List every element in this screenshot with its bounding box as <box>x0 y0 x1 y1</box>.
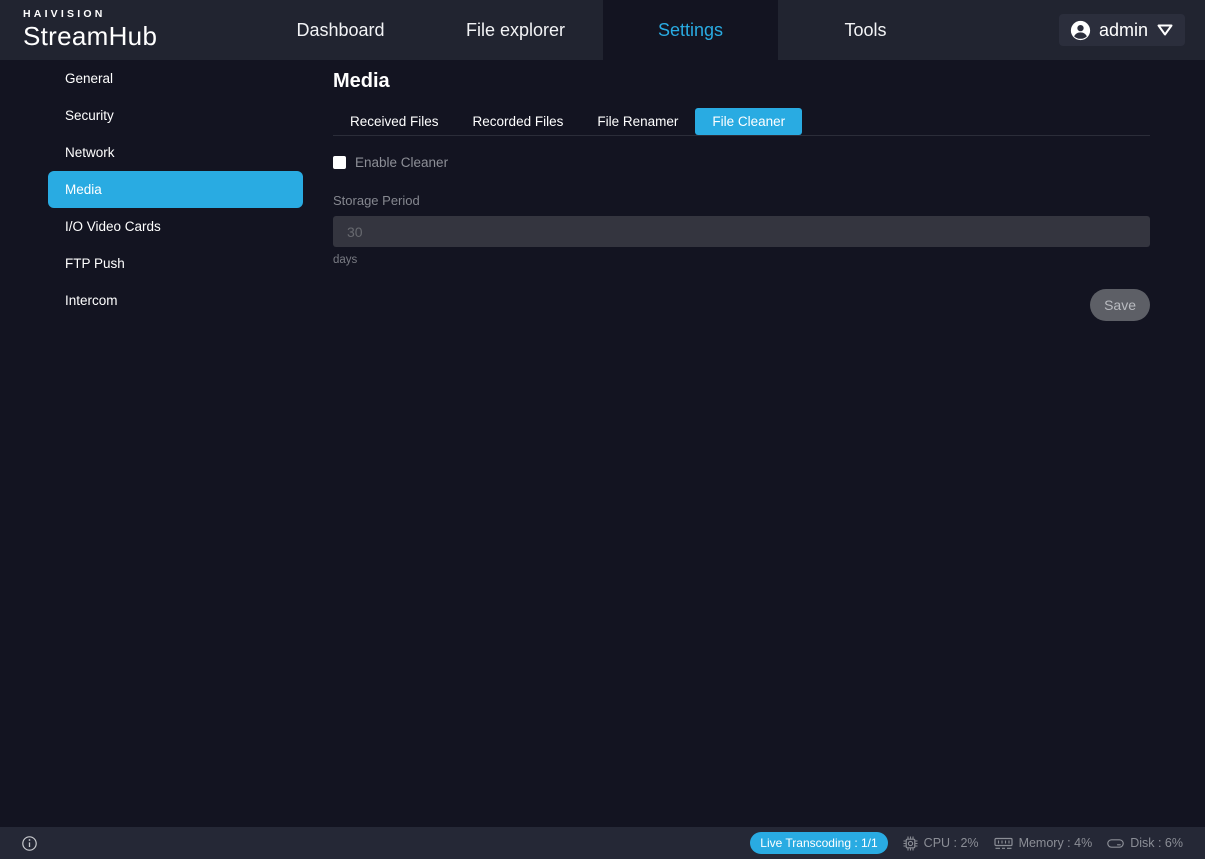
tab-recorded-files[interactable]: Recorded Files <box>456 108 581 135</box>
disk-icon <box>1107 838 1124 849</box>
chevron-down-icon <box>1156 23 1174 37</box>
content-panel: Media Received Files Recorded Files File… <box>320 60 1205 827</box>
cpu-icon <box>903 836 918 851</box>
nav-item-tools[interactable]: Tools <box>778 0 953 60</box>
brand-streamhub: StreamHub <box>23 21 253 52</box>
save-row: Save <box>333 289 1150 321</box>
save-button[interactable]: Save <box>1090 289 1150 321</box>
live-transcoding-badge[interactable]: Live Transcoding : 1/1 <box>750 832 887 854</box>
storage-period-unit: days <box>333 254 1150 266</box>
info-icon[interactable] <box>22 836 37 851</box>
brand-haivision: HAIVISION <box>23 8 253 20</box>
sidebar-item-intercom[interactable]: Intercom <box>0 282 320 319</box>
enable-cleaner-checkbox[interactable] <box>333 156 346 169</box>
sidebar-item-general[interactable]: General <box>0 60 320 97</box>
user-avatar-icon <box>1070 20 1091 41</box>
sidebar-item-security[interactable]: Security <box>0 97 320 134</box>
cpu-metric: CPU : 2% <box>903 836 979 851</box>
nav-item-dashboard[interactable]: Dashboard <box>253 0 428 60</box>
disk-value: Disk : 6% <box>1130 836 1183 850</box>
status-metrics: Live Transcoding : 1/1 CPU : 2% <box>750 832 1183 854</box>
media-tabs: Received Files Recorded Files File Renam… <box>333 108 1150 136</box>
nav-item-settings[interactable]: Settings <box>603 0 778 60</box>
memory-metric: Memory : 4% <box>994 836 1093 850</box>
tab-file-cleaner[interactable]: File Cleaner <box>695 108 802 135</box>
sidebar-item-network[interactable]: Network <box>0 134 320 171</box>
cpu-value: CPU : 2% <box>924 836 979 850</box>
memory-icon <box>994 837 1013 850</box>
sidebar-item-media[interactable]: Media <box>48 171 303 208</box>
page-title: Media <box>333 60 1150 93</box>
tab-file-renamer[interactable]: File Renamer <box>580 108 695 135</box>
enable-cleaner-label: Enable Cleaner <box>355 155 448 170</box>
top-nav: HAIVISION StreamHub Dashboard File explo… <box>0 0 1205 60</box>
storage-period-input[interactable] <box>333 216 1150 247</box>
user-name: admin <box>1099 20 1148 41</box>
app-window: HAIVISION StreamHub Dashboard File explo… <box>0 0 1205 859</box>
settings-sidebar: General Security Network Media I/O Video… <box>0 60 320 827</box>
enable-cleaner-row: Enable Cleaner <box>333 155 1150 170</box>
sidebar-item-ftp-push[interactable]: FTP Push <box>0 245 320 282</box>
memory-value: Memory : 4% <box>1019 836 1093 850</box>
tab-received-files[interactable]: Received Files <box>333 108 456 135</box>
disk-metric: Disk : 6% <box>1107 836 1183 850</box>
storage-period-label: Storage Period <box>333 193 1150 208</box>
brand-logo: HAIVISION StreamHub <box>0 0 253 60</box>
status-bar: Live Transcoding : 1/1 CPU : 2% <box>0 827 1205 859</box>
nav-item-file-explorer[interactable]: File explorer <box>428 0 603 60</box>
user-menu-button[interactable]: admin <box>1059 14 1185 46</box>
sidebar-item-io-video-cards[interactable]: I/O Video Cards <box>0 208 320 245</box>
main-row: General Security Network Media I/O Video… <box>0 60 1205 827</box>
